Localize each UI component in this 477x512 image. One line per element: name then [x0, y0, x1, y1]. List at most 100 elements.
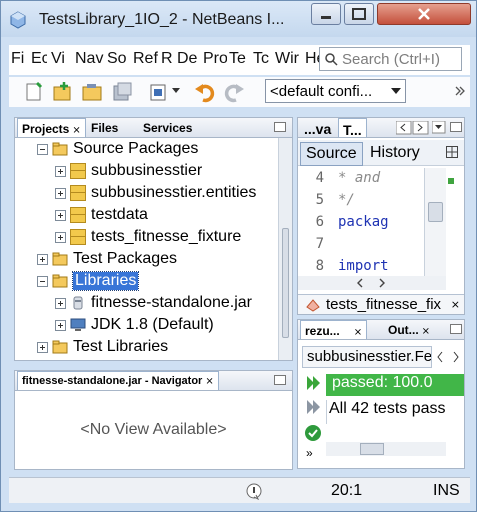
- expand-icon[interactable]: [55, 209, 66, 221]
- tree-node[interactable]: subbusinesstier.entities: [55, 182, 256, 204]
- projects-panel: Projects ⨯ Files Services Source Packages…: [14, 117, 293, 361]
- menu-run[interactable]: R: [161, 50, 175, 68]
- tab-navigator[interactable]: fitnesse-standalone.jar - Navigator ⨯: [17, 371, 219, 390]
- editor-toolbar: Source History: [298, 140, 464, 166]
- new-project-icon[interactable]: [51, 81, 73, 103]
- menu-view[interactable]: Vi: [51, 50, 71, 68]
- tab-projects[interactable]: Projects ⨯: [17, 118, 86, 137]
- expand-icon[interactable]: [55, 165, 66, 177]
- menu-tools[interactable]: Tc: [253, 50, 273, 68]
- code-line: 8 import: [315, 258, 389, 274]
- editor-hscrollbar[interactable]: [298, 276, 446, 290]
- menu-debug[interactable]: De: [177, 50, 201, 68]
- rerun-failed-icon[interactable]: [304, 398, 322, 416]
- tab-test-results[interactable]: rezu... ⨯: [300, 320, 368, 339]
- code-line: 4 * and: [315, 170, 381, 186]
- status-bar: 20:1 INS: [9, 477, 470, 503]
- scroll-thumb[interactable]: [360, 443, 384, 455]
- scroll-thumb[interactable]: [282, 228, 289, 338]
- menu-window[interactable]: Wir: [275, 50, 303, 68]
- menu-edit[interactable]: Ec: [31, 50, 47, 68]
- more-actions-icon[interactable]: »: [306, 446, 313, 460]
- open-project-icon[interactable]: [81, 81, 103, 103]
- build-icon[interactable]: [147, 81, 169, 103]
- editor-tabrow: ...va T...: [298, 118, 464, 138]
- source-tab[interactable]: Source: [300, 142, 363, 166]
- undo-icon[interactable]: [194, 81, 216, 103]
- collapse-icon[interactable]: [37, 275, 48, 287]
- maximize-button[interactable]: [344, 3, 374, 25]
- editor-tab-active[interactable]: T...: [338, 118, 367, 138]
- passed-filter-icon[interactable]: [304, 424, 322, 442]
- menu-file[interactable]: Fi: [11, 50, 27, 68]
- projects-scrollbar[interactable]: [278, 138, 292, 360]
- tree-node[interactable]: Test Packages: [37, 248, 177, 270]
- minimize-panel-icon[interactable]: [274, 122, 286, 132]
- menu-profile[interactable]: Pro: [203, 50, 227, 68]
- rerun-icon[interactable]: [304, 374, 322, 392]
- editor-tab-active-label: T...: [343, 122, 362, 138]
- new-file-icon[interactable]: [23, 81, 45, 103]
- editor-file-tab[interactable]: tests_fitnesse_fix ⨯: [298, 294, 464, 314]
- menu-navigate[interactable]: Nav: [75, 50, 105, 68]
- collapse-icon[interactable]: [37, 143, 48, 155]
- results-tabrow: rezu... ⨯ Out... ⨯: [298, 320, 464, 340]
- menu-source[interactable]: So: [107, 50, 131, 68]
- history-tab[interactable]: History: [370, 144, 420, 162]
- expand-icon[interactable]: [55, 319, 66, 331]
- tree-node[interactable]: Test Libraries: [37, 336, 168, 358]
- close-icon[interactable]: ⨯: [422, 326, 430, 337]
- tree-node[interactable]: fitnesse-standalone.jar: [55, 292, 252, 314]
- expand-icon[interactable]: [37, 341, 48, 353]
- expand-icon[interactable]: [55, 187, 66, 199]
- close-project-icon[interactable]: [111, 81, 133, 103]
- tree-node[interactable]: testdata: [55, 204, 148, 226]
- tree-node[interactable]: tests_fitnesse_fixture: [55, 226, 241, 248]
- expand-icon[interactable]: [55, 231, 66, 243]
- tab-services[interactable]: Services: [139, 118, 196, 137]
- chevron-down-icon[interactable]: [432, 121, 446, 134]
- folder-icon: [52, 142, 68, 156]
- editor-scrollbar[interactable]: [424, 168, 446, 278]
- search-input[interactable]: Search (Ctrl+I): [319, 47, 462, 71]
- editor-tab-java[interactable]: ...va: [300, 118, 335, 137]
- editor-panel: ...va T... Source History 4 * and 5 */ 6…: [297, 117, 465, 315]
- redo-icon[interactable]: [223, 81, 245, 103]
- close-icon[interactable]: ⨯: [205, 376, 213, 387]
- tab-projects-label: Projects: [22, 122, 70, 136]
- expand-icon[interactable]: [37, 253, 48, 265]
- package-icon: [70, 229, 86, 245]
- tab-scroll-icon[interactable]: [396, 121, 430, 135]
- results-hscrollbar[interactable]: [326, 442, 446, 456]
- notifications-icon[interactable]: [245, 482, 263, 500]
- minimize-panel-icon[interactable]: [450, 324, 462, 334]
- split-icon[interactable]: [446, 146, 459, 159]
- configuration-select[interactable]: <default confi...: [265, 79, 406, 103]
- tree-node[interactable]: subbusinesstier: [55, 160, 202, 182]
- tab-files[interactable]: Files: [87, 118, 122, 137]
- scroll-thumb[interactable]: [428, 202, 443, 222]
- test-suite-tab[interactable]: subbusinesstier.Fe: [302, 346, 432, 368]
- menu-team[interactable]: Te: [229, 50, 251, 68]
- tab-scroll-icon[interactable]: [434, 350, 462, 364]
- tree-node[interactable]: Source Packages: [37, 138, 198, 160]
- close-icon[interactable]: ⨯: [72, 125, 80, 136]
- close-button[interactable]: [377, 3, 471, 25]
- close-icon[interactable]: ⨯: [354, 327, 362, 338]
- tab-output-label: Out...: [388, 323, 419, 337]
- search-icon: [325, 53, 338, 66]
- tab-output[interactable]: Out... ⨯: [384, 320, 434, 339]
- minimize-panel-icon[interactable]: [274, 375, 286, 385]
- tree-node[interactable]: JDK 1.8 (Default): [55, 314, 214, 336]
- build-dropdown-icon[interactable]: [172, 88, 180, 94]
- menu-refactor[interactable]: Ref: [133, 50, 159, 68]
- minimize-button[interactable]: [311, 3, 341, 25]
- toolbar-overflow-icon[interactable]: [455, 85, 465, 99]
- hscroll-arrows-icon[interactable]: [356, 278, 386, 288]
- close-icon[interactable]: ⨯: [451, 298, 460, 311]
- title-bar: TestsLibrary_1IO_2 - NetBeans I...: [1, 1, 476, 37]
- minimize-panel-icon[interactable]: [450, 122, 462, 132]
- tree-node[interactable]: Libraries: [37, 270, 140, 292]
- code-area[interactable]: 4 * and 5 */ 6 packag 7 8 import: [298, 168, 424, 276]
- expand-icon[interactable]: [55, 297, 66, 309]
